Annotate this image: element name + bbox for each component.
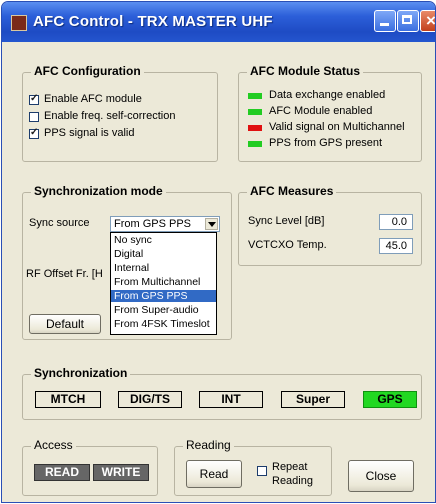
status-led [248,109,262,115]
access-title: Access [31,438,76,452]
dropdown-option-selected[interactable]: From GPS PPS [111,290,216,302]
sync-level-value: 0.0 [379,214,413,230]
synchronization-title: Synchronization [31,366,131,380]
enable-afc-label: Enable AFC module [44,93,142,105]
pps-valid-checkbox[interactable]: ✓ [29,127,39,139]
enable-self-correction-label: Enable freq. self-correction [44,110,176,122]
dropdown-option[interactable]: No sync [111,234,216,246]
reading-title: Reading [183,438,234,452]
vctcxo-temp-label: VCTCXO Temp. [248,239,327,251]
data-exchange-status: Data exchange enabled [269,89,386,101]
check-icon: ✓ [30,93,39,104]
vctcxo-temp-value: 45.0 [379,238,413,254]
dropdown-option[interactable]: From 4FSK Timeslot [111,318,216,330]
enable-afc-checkbox[interactable]: ✓ [29,93,39,105]
default-button[interactable]: Default [29,314,101,334]
dropdown-option[interactable]: Digital [111,248,216,260]
sync-source-select[interactable]: From GPS PPS [110,216,220,232]
synchronization-mode-title: Synchronization mode [31,184,166,198]
close-button[interactable]: Close [348,460,414,492]
dropdown-option[interactable]: Internal [111,262,216,274]
pps-gps-status: PPS from GPS present [269,137,383,149]
afc-module-status: AFC Module enabled [269,105,373,117]
repeat-reading-label: Repeat Reading [272,460,313,488]
read-button[interactable]: Read [186,460,242,488]
afc-configuration-title: AFC Configuration [31,64,144,78]
sync-indicator-dig-ts: DIG/TS [118,391,182,408]
app-icon [11,15,27,31]
write-access-button[interactable]: WRITE [93,464,149,481]
sync-indicator-super: Super [281,391,345,408]
title-bar[interactable]: AFC Control - TRX MASTER UHF × [2,2,435,42]
sync-source-label: Sync source [29,217,90,229]
rf-offset-label: RF Offset Fr. [H [26,268,103,280]
status-led [248,141,262,147]
minimize-button[interactable] [374,10,396,32]
read-access-button[interactable]: READ [34,464,90,481]
multichannel-signal-status: Valid signal on Multichannel [269,121,405,133]
maximize-button[interactable] [397,10,419,32]
afc-module-status-title: AFC Module Status [247,64,363,78]
check-icon: ✓ [30,127,39,138]
status-led [248,125,262,131]
repeat-reading-checkbox[interactable] [257,466,267,476]
sync-indicator-mtch: MTCH [35,391,101,408]
window-title: AFC Control - TRX MASTER UHF [33,13,273,30]
repeat-label-line2: Reading [272,475,313,487]
pps-valid-label: PPS signal is valid [44,127,135,139]
dropdown-arrow-icon[interactable] [205,218,218,230]
afc-control-window: AFC Control - TRX MASTER UHF × AFC Confi… [1,1,436,503]
afc-measures-title: AFC Measures [247,184,337,198]
status-led [248,93,262,99]
sync-source-value: From GPS PPS [114,218,192,230]
sync-indicator-gps: GPS [363,391,417,408]
sync-level-label: Sync Level [dB] [248,215,325,227]
close-icon: × [426,11,436,30]
sync-source-dropdown-list: No sync Digital Internal From Multichann… [110,232,217,335]
close-window-button[interactable]: × [420,10,436,32]
dropdown-option[interactable]: From Super-audio [111,304,216,316]
repeat-label-line1: Repeat [272,461,308,473]
enable-self-correction-checkbox[interactable] [29,112,39,122]
dropdown-option[interactable]: From Multichannel [111,276,216,288]
sync-indicator-int: INT [199,391,263,408]
